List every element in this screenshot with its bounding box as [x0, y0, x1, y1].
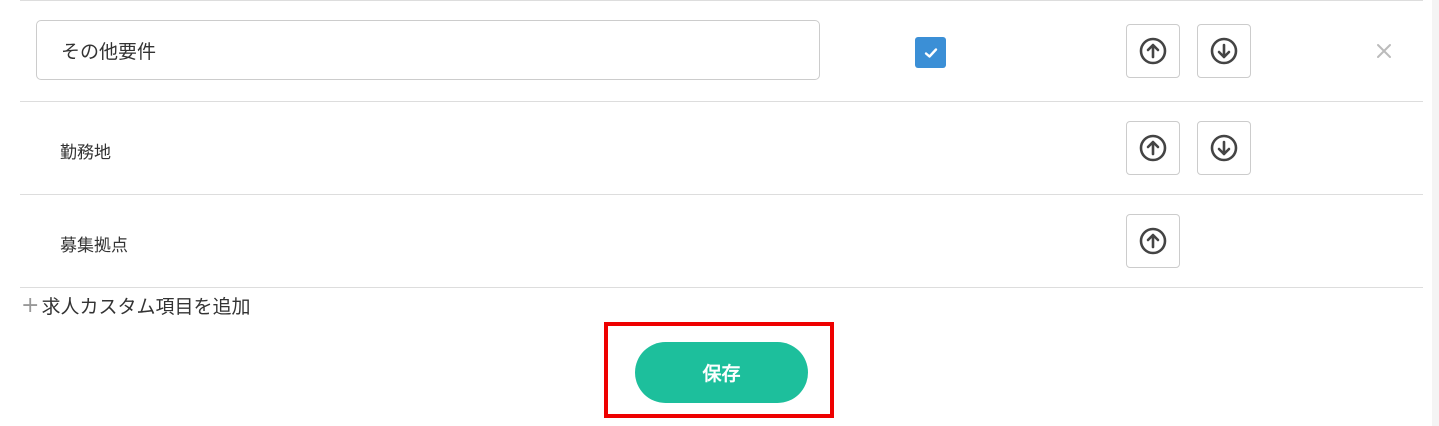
item-label: 募集拠点 — [60, 236, 128, 256]
add-custom-item-label: 求人カスタム項目を追加 — [41, 296, 251, 318]
arrow-down-circle-icon — [1210, 134, 1238, 162]
custom-item-row — [20, 1, 1423, 102]
close-icon — [1377, 44, 1391, 58]
move-up-button[interactable] — [1126, 214, 1180, 268]
arrow-up-circle-icon — [1139, 37, 1167, 65]
scroll-gutter — [1432, 0, 1439, 426]
check-icon — [924, 47, 937, 58]
move-down-button[interactable] — [1197, 24, 1251, 78]
move-up-button[interactable] — [1126, 121, 1180, 175]
save-button[interactable]: 保存 — [635, 342, 808, 403]
item-checkbox[interactable] — [915, 37, 946, 68]
custom-item-row: 勤務地 — [20, 102, 1423, 195]
arrow-up-circle-icon — [1139, 134, 1167, 162]
move-down-button[interactable] — [1197, 121, 1251, 175]
arrow-up-circle-icon — [1139, 227, 1167, 255]
move-up-button[interactable] — [1126, 24, 1180, 78]
item-label: 勤務地 — [60, 143, 111, 163]
plus-icon: + — [21, 292, 40, 318]
arrow-down-circle-icon — [1210, 37, 1238, 65]
add-custom-item-link[interactable]: + 求人カスタム項目を追加 — [21, 292, 250, 319]
delete-item-button[interactable] — [1372, 37, 1396, 65]
custom-item-row: 募集拠点 — [20, 195, 1423, 288]
item-name-input[interactable] — [36, 20, 820, 80]
